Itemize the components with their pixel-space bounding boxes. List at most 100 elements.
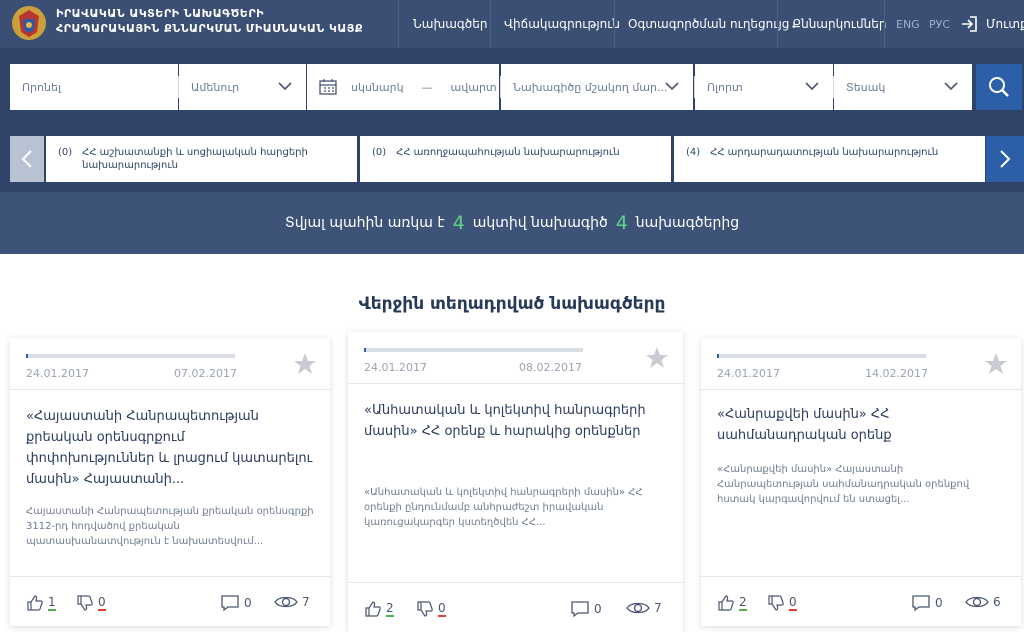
ministry-name: ՀՀ առողջապահության նախարարություն	[396, 147, 620, 158]
chevron-down-icon	[278, 82, 292, 91]
eye-icon	[274, 596, 298, 608]
lang-en[interactable]: ENG	[896, 0, 920, 48]
view-count: 7	[302, 595, 310, 609]
dislike-button[interactable]: 0	[416, 600, 446, 618]
like-button[interactable]: 1	[26, 594, 56, 612]
active-count: 4	[452, 212, 465, 234]
nav-separator	[777, 0, 778, 48]
nav-item-projects[interactable]: Նախագծեր	[413, 0, 487, 48]
date-range[interactable]: սկսնարկ — ավարտ	[307, 64, 499, 110]
progress-fill	[26, 354, 29, 358]
progress-bar	[364, 348, 583, 352]
chevron-down-icon	[805, 82, 819, 91]
slider-prev-button[interactable]	[10, 136, 44, 182]
eye-icon	[626, 602, 650, 614]
ministry-count: (4)	[686, 147, 701, 158]
nav-item-statistics[interactable]: Վիճակագրություն	[504, 0, 620, 48]
dislike-count: 0	[98, 594, 106, 611]
like-button[interactable]: 2	[364, 600, 394, 618]
star-icon[interactable]	[984, 352, 1008, 376]
active-projects-banner: Տվյալ պահին առկա է 4 ակտիվ նախագիծ 4 նախ…	[0, 192, 1024, 254]
start-date: 24.01.2017	[364, 361, 427, 374]
comments-stat[interactable]: 0	[911, 594, 943, 612]
star-icon[interactable]	[645, 346, 669, 370]
search-input[interactable]: Որոնել	[10, 64, 178, 110]
ministry-name: ՀՀ աշխատանքի և սոցիալական հարցերի նախարա…	[82, 147, 308, 171]
chevron-right-icon	[1000, 150, 1011, 168]
chevron-down-icon	[944, 82, 958, 91]
thumbs-down-icon	[768, 595, 784, 611]
lang-ru[interactable]: РУС	[929, 0, 950, 48]
coat-of-arms-logo[interactable]	[10, 4, 48, 42]
comments-stat[interactable]: 0	[220, 594, 252, 612]
card-title[interactable]: «Անհատական և կոլեկտիվ հանրագրերի մասին» …	[364, 400, 664, 442]
card-header	[10, 338, 330, 390]
login-button[interactable]: Մուտք	[960, 0, 1024, 48]
sphere-select[interactable]: Ոլորտ	[695, 64, 833, 110]
like-count: 2	[386, 600, 394, 617]
project-card[interactable]: 24.01.2017 14.02.2017 «Հանրաքվեի մասին» …	[701, 338, 1021, 626]
nav-item-discussions[interactable]: Քննարկումներ	[792, 0, 886, 48]
progress-bar	[26, 354, 235, 358]
project-card[interactable]: 24.01.2017 08.02.2017 «Անհատական և կոլեկ…	[348, 332, 683, 632]
thumbs-down-icon	[417, 601, 433, 617]
thumbs-up-icon	[718, 595, 734, 611]
sphere-select-value: Ոլորտ	[707, 80, 743, 94]
progress-fill	[364, 348, 367, 352]
site-header: ԻՐԱՎԱԿԱՆ ԱԿՏԵՐԻ ՆԱԽԱԳԾԵՐԻ ՀՐԱՊԱՐԱԿԱՅԻՆ Ք…	[0, 0, 1024, 48]
type-select[interactable]: Տեսակ	[834, 64, 972, 110]
developer-select-value: Նախագիծը մշակող մար...	[513, 80, 668, 94]
start-date: 24.01.2017	[26, 367, 89, 380]
login-label: Մուտք	[986, 17, 1024, 31]
view-count: 7	[654, 601, 662, 615]
calendar-icon	[319, 79, 337, 95]
card-divider	[348, 582, 683, 583]
status-prefix: Տվյալ պահին առկա է	[284, 215, 445, 231]
card-description: «Անհատական և կոլեկտիվ հանրագրերի մասին» …	[364, 487, 643, 528]
like-count: 2	[739, 594, 747, 611]
card-divider	[701, 576, 1021, 577]
views-stat: 7	[626, 600, 662, 616]
comment-count: 0	[244, 596, 252, 610]
ministry-count: (0)	[372, 147, 387, 158]
chevron-down-icon	[665, 82, 679, 91]
nav-item-user-guide[interactable]: Օգտագործման ուղեցույց	[628, 0, 789, 48]
comments-stat[interactable]: 0	[570, 600, 602, 618]
end-date: 07.02.2017	[174, 367, 237, 380]
project-card[interactable]: 24.01.2017 07.02.2017 «Հայաստանի Հանրապե…	[10, 338, 330, 626]
star-icon[interactable]	[293, 352, 317, 376]
progress-bar	[717, 354, 926, 358]
like-button[interactable]: 2	[717, 594, 747, 612]
comment-icon	[912, 595, 930, 612]
login-icon	[962, 16, 977, 32]
eye-icon	[965, 596, 989, 608]
like-count: 1	[48, 594, 56, 611]
card-header	[701, 338, 1021, 390]
dislike-count: 0	[438, 600, 446, 617]
ministry-name: ՀՀ արդարադատության նախարարություն	[710, 147, 939, 158]
scope-select-value: Ամենուր	[191, 80, 240, 94]
chevron-left-icon	[21, 150, 32, 168]
comment-icon	[571, 601, 589, 618]
developer-select[interactable]: Նախագիծը մշակող մար...	[501, 64, 693, 110]
date-start-field[interactable]: սկսնարկ	[351, 81, 404, 94]
site-title[interactable]: ԻՐԱՎԱԿԱՆ ԱԿՏԵՐԻ ՆԱԽԱԳԾԵՐԻ ՀՐԱՊԱՐԱԿԱՅԻՆ Ք…	[56, 6, 363, 36]
views-stat: 6	[965, 594, 1001, 610]
dislike-button[interactable]: 0	[76, 594, 106, 612]
date-end-field[interactable]: ավարտ	[451, 81, 497, 94]
site-title-line1: ԻՐԱՎԱԿԱՆ ԱԿՏԵՐԻ ՆԱԽԱԳԾԵՐԻ	[56, 7, 264, 20]
comment-count: 0	[935, 596, 943, 610]
nav-separator	[398, 0, 399, 48]
ministry-item[interactable]: (4) ՀՀ արդարադատության նախարարություն	[674, 136, 985, 182]
status-middle: ակտիվ նախագիծ	[472, 215, 608, 231]
search-button[interactable]	[976, 64, 1022, 110]
scope-select[interactable]: Ամենուր	[179, 64, 306, 110]
card-title[interactable]: «Հայաստանի Հանրապետության քրեական օրենսգ…	[26, 406, 316, 490]
ministry-count: (0)	[58, 147, 73, 158]
card-title[interactable]: «Հանրաքվեի մասին» ՀՀ սահմանադրական օրենք	[717, 404, 1007, 446]
slider-next-button[interactable]	[986, 136, 1024, 182]
dislike-button[interactable]: 0	[767, 594, 797, 612]
ministry-item[interactable]: (0) ՀՀ առողջապահության նախարարություն	[360, 136, 671, 182]
dislike-count: 0	[789, 594, 797, 611]
ministry-item[interactable]: (0) ՀՀ աշխատանքի և սոցիալական հարցերի նա…	[46, 136, 357, 182]
